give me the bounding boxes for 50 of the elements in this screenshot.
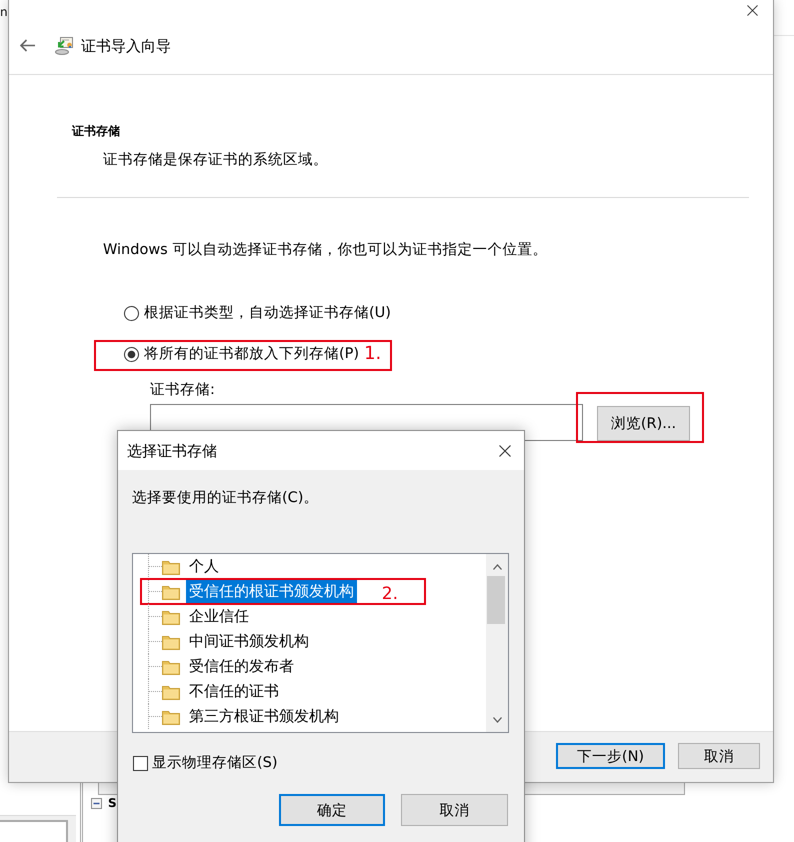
radio-option[interactable]: 根据证书类型，自动选择证书存储(U) [124, 303, 391, 323]
close-icon[interactable] [747, 5, 758, 16]
prompt-text: 选择要使用的证书存储(C)。 [132, 489, 318, 508]
tree-item[interactable]: 受信任的发布者 [186, 655, 297, 678]
radio-option[interactable]: 将所有的证书都放入下列存储(P) [124, 344, 360, 364]
step-number: 1. [364, 345, 382, 363]
folder-icon [162, 634, 180, 650]
tree-connector-icon [148, 679, 162, 704]
back-arrow-icon[interactable] [20, 39, 35, 52]
folder-icon [162, 658, 180, 674]
browse-button[interactable]: 浏览(R)... [597, 406, 690, 441]
folder-icon [162, 608, 180, 624]
folder-icon [162, 684, 180, 700]
close-icon[interactable] [499, 444, 511, 456]
tree-connector-icon [148, 580, 162, 603]
cancel-button[interactable]: 取消 [678, 743, 760, 769]
tree-connector-icon [148, 654, 162, 679]
tree-item[interactable]: 第三方根证书颁发机构 [186, 705, 342, 728]
certificate-icon [55, 36, 73, 54]
tree-item[interactable]: 受信任的根证书颁发机构 [186, 580, 357, 603]
window-title: 证书导入向导 [81, 36, 171, 56]
tree-item[interactable]: 企业信任 [186, 605, 252, 628]
section-title: 证书存储 [72, 123, 120, 139]
scrollbar-thumb[interactable] [487, 576, 505, 624]
scrollbar[interactable] [486, 554, 508, 732]
dialog-title: 选择证书存储 [127, 440, 217, 460]
minus-box-icon[interactable] [91, 798, 102, 809]
instruction-text: Windows 可以自动选择证书存储，你也可以为证书指定一个位置。 [103, 240, 548, 260]
section-description: 证书存储是保存证书的系统区域。 [103, 151, 328, 170]
cancel-button[interactable]: 取消 [401, 794, 508, 826]
next-button[interactable]: 下一步(N) [556, 743, 665, 769]
folder-icon [162, 708, 180, 724]
tree-item[interactable]: 不信任的证书 [186, 680, 282, 703]
folder-icon [162, 558, 180, 574]
folder-icon [162, 584, 180, 600]
tree-item[interactable]: 个人 [186, 555, 222, 578]
background-field [0, 820, 68, 842]
chevron-up-icon[interactable] [492, 564, 502, 570]
field-label: 证书存储: [150, 381, 215, 400]
chevron-down-icon[interactable] [492, 717, 502, 723]
tree-connector-icon [148, 554, 162, 579]
tree-connector-icon [148, 704, 162, 729]
tree-node-label[interactable]: S [108, 797, 117, 810]
background-text: n [0, 4, 8, 20]
ok-button[interactable]: 确定 [279, 794, 385, 826]
tree-connector-icon [148, 604, 162, 629]
checkbox-option[interactable]: 显示物理存储区(S) [133, 753, 278, 773]
step-number: 2. [382, 586, 398, 603]
tree-connector-icon [148, 629, 162, 654]
tree-item[interactable]: 中间证书颁发机构 [186, 630, 312, 653]
